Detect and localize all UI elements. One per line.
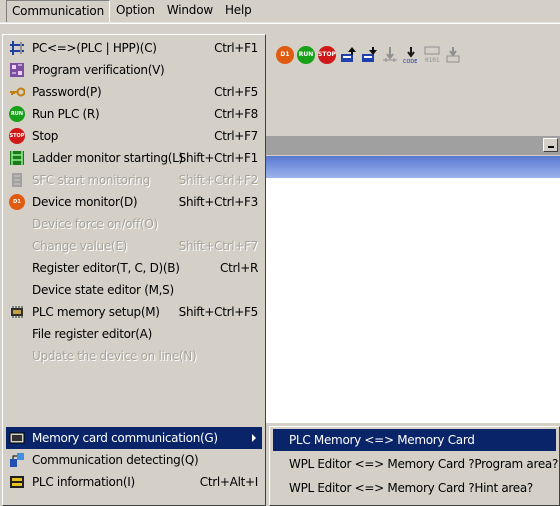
- menu-item-label: Password(P): [32, 85, 102, 99]
- menu-item-plc-information[interactable]: PLC information(I) Ctrl+Alt+I: [6, 471, 262, 493]
- code-write-icon[interactable]: CODE: [402, 46, 420, 65]
- menu-item-password[interactable]: Password(P) Ctrl+F5: [6, 81, 262, 103]
- menu-item-label: Update the device on line(N): [32, 349, 197, 363]
- monitor-write-icon[interactable]: [381, 46, 399, 64]
- menu-bar-items: Communication Option Window Help: [6, 0, 258, 22]
- menu-option[interactable]: Option: [110, 0, 161, 22]
- menu-item-label: Program verification(V): [32, 63, 165, 77]
- menu-item-device-force: Device force on/off(O): [6, 213, 262, 235]
- submenu-item-label: PLC Memory <=> Memory Card: [289, 433, 475, 447]
- run-icon: RUN: [9, 106, 25, 122]
- menu-item-shortcut: Ctrl+F5: [214, 85, 258, 99]
- memory-card-submenu: PLC Memory <=> Memory Card WPL Editor <=…: [269, 426, 560, 506]
- menu-item-label: Register editor(T, C, D)(B): [32, 261, 180, 275]
- menu-item-shortcut: Ctrl+Alt+I: [199, 475, 259, 489]
- device-monitor-icon[interactable]: D1: [276, 46, 294, 64]
- menu-item-ladder-monitor[interactable]: Ladder monitor starting(L) Shift+Ctrl+F1: [6, 147, 262, 169]
- menu-item-program-verification[interactable]: Program verification(V): [6, 59, 262, 81]
- menu-item-label: PLC memory setup(M): [32, 305, 160, 319]
- menu-help[interactable]: Help: [219, 0, 258, 22]
- menu-item-label: Communication detecting(Q): [32, 453, 199, 467]
- menu-item-shortcut: Shift+Ctrl+F2: [178, 173, 259, 187]
- menu-item-label: Device monitor(D): [32, 195, 138, 209]
- menu-item-shortcut: Shift+Ctrl+F3: [178, 195, 259, 209]
- svg-text:CODE: CODE: [403, 59, 417, 64]
- pc-plc-transfer-icon: [9, 40, 25, 56]
- memory-chip-icon: [9, 304, 25, 320]
- run-plc-icon[interactable]: RUN: [297, 46, 315, 64]
- menu-item-device-state-editor[interactable]: Device state editor (M,S): [6, 279, 262, 301]
- menu-item-shortcut: Ctrl+F8: [214, 107, 258, 121]
- document-area: [265, 178, 560, 423]
- submenu-item-label: WPL Editor <=> Memory Card ?Hint area?: [289, 481, 533, 495]
- menu-item-shortcut: Shift+Ctrl+F1: [178, 151, 259, 165]
- menu-item-change-value: Change value(E) Shift+Ctrl+F7: [6, 235, 262, 257]
- menu-item-shortcut: Ctrl+R: [220, 261, 258, 275]
- minimize-button[interactable]: [543, 138, 558, 152]
- document-header-band: [265, 156, 560, 178]
- memory-card-icon: [9, 430, 25, 446]
- stop-icon: STOP: [9, 128, 25, 144]
- document-titlebar: [265, 136, 560, 155]
- menu-item-label: PLC information(I): [32, 475, 135, 489]
- menu-item-update-device-online: Update the device on line(N): [6, 345, 262, 367]
- menu-item-file-register-editor[interactable]: File register editor(A): [6, 323, 262, 345]
- menu-item-shortcut: Shift+Ctrl+F7: [178, 239, 259, 253]
- upload-icon[interactable]: [339, 46, 357, 64]
- download-icon[interactable]: [360, 46, 378, 64]
- menu-item-label: File register editor(A): [32, 327, 152, 341]
- menu-item-memory-card-communication[interactable]: Memory card communication(G): [6, 427, 262, 449]
- submenu-item-label: WPL Editor <=> Memory Card ?Program area…: [289, 457, 559, 471]
- menu-communication[interactable]: Communication: [6, 0, 110, 22]
- ladder-monitor-icon: [9, 150, 25, 166]
- menu-item-shortcut: Ctrl+F7: [214, 129, 258, 143]
- menu-item-label: Change value(E): [32, 239, 127, 253]
- transfer-icon[interactable]: [444, 46, 462, 64]
- menu-bar: Communication Option Window Help: [0, 0, 560, 23]
- key-icon: [9, 84, 26, 100]
- submenu-item-wpl-program-area[interactable]: WPL Editor <=> Memory Card ?Program area…: [273, 453, 559, 475]
- submenu-arrow-icon: [252, 434, 256, 442]
- menu-item-device-monitor[interactable]: D1 Device monitor(D) Shift+Ctrl+F3: [6, 191, 262, 213]
- menu-item-pc-plc-transfer[interactable]: PC<=>(PLC | HPP)(C) Ctrl+F1: [6, 37, 262, 59]
- communication-detect-icon: [9, 452, 25, 468]
- submenu-item-plc-memory-card[interactable]: PLC Memory <=> Memory Card: [273, 429, 556, 451]
- device-monitor-icon: D1: [9, 194, 25, 210]
- menu-item-register-editor[interactable]: Register editor(T, C, D)(B) Ctrl+R: [6, 257, 262, 279]
- menu-item-communication-detecting[interactable]: Communication detecting(Q): [6, 449, 262, 471]
- menu-item-label: SFC start monitoring: [32, 173, 150, 187]
- menu-item-label: Stop: [32, 129, 59, 143]
- menu-item-label: Device force on/off(O): [32, 217, 158, 231]
- submenu-item-wpl-hint-area[interactable]: WPL Editor <=> Memory Card ?Hint area?: [273, 477, 556, 499]
- toolbar: D1 RUN STOP CODE 0101: [276, 46, 462, 65]
- program-verify-icon: [9, 62, 25, 78]
- menu-item-label: Run PLC (R): [32, 107, 100, 121]
- stop-plc-icon[interactable]: STOP: [318, 46, 336, 64]
- menu-item-sfc-monitoring: SFC start monitoring Shift+Ctrl+F2: [6, 169, 262, 191]
- menu-window[interactable]: Window: [161, 0, 219, 22]
- sfc-monitor-icon: [9, 172, 25, 188]
- menu-item-label: Device state editor (M,S): [32, 283, 174, 297]
- svg-text:0101: 0101: [425, 57, 440, 64]
- menu-item-stop[interactable]: STOP Stop Ctrl+F7: [6, 125, 262, 147]
- menu-item-run-plc[interactable]: RUN Run PLC (R) Ctrl+F8: [6, 103, 262, 125]
- menu-item-shortcut: Shift+Ctrl+F5: [178, 305, 259, 319]
- plc-info-icon: [9, 474, 25, 490]
- menu-item-label: Ladder monitor starting(L): [32, 151, 183, 165]
- menu-item-shortcut: Ctrl+F1: [214, 41, 258, 55]
- bit-write-icon[interactable]: 0101: [423, 46, 441, 64]
- menu-item-label: PC<=>(PLC | HPP)(C): [32, 41, 157, 55]
- communication-menu: PC<=>(PLC | HPP)(C) Ctrl+F1 Program veri…: [2, 34, 266, 506]
- menu-item-label: Memory card communication(G): [32, 431, 218, 445]
- menu-item-plc-memory-setup[interactable]: PLC memory setup(M) Shift+Ctrl+F5: [6, 301, 262, 323]
